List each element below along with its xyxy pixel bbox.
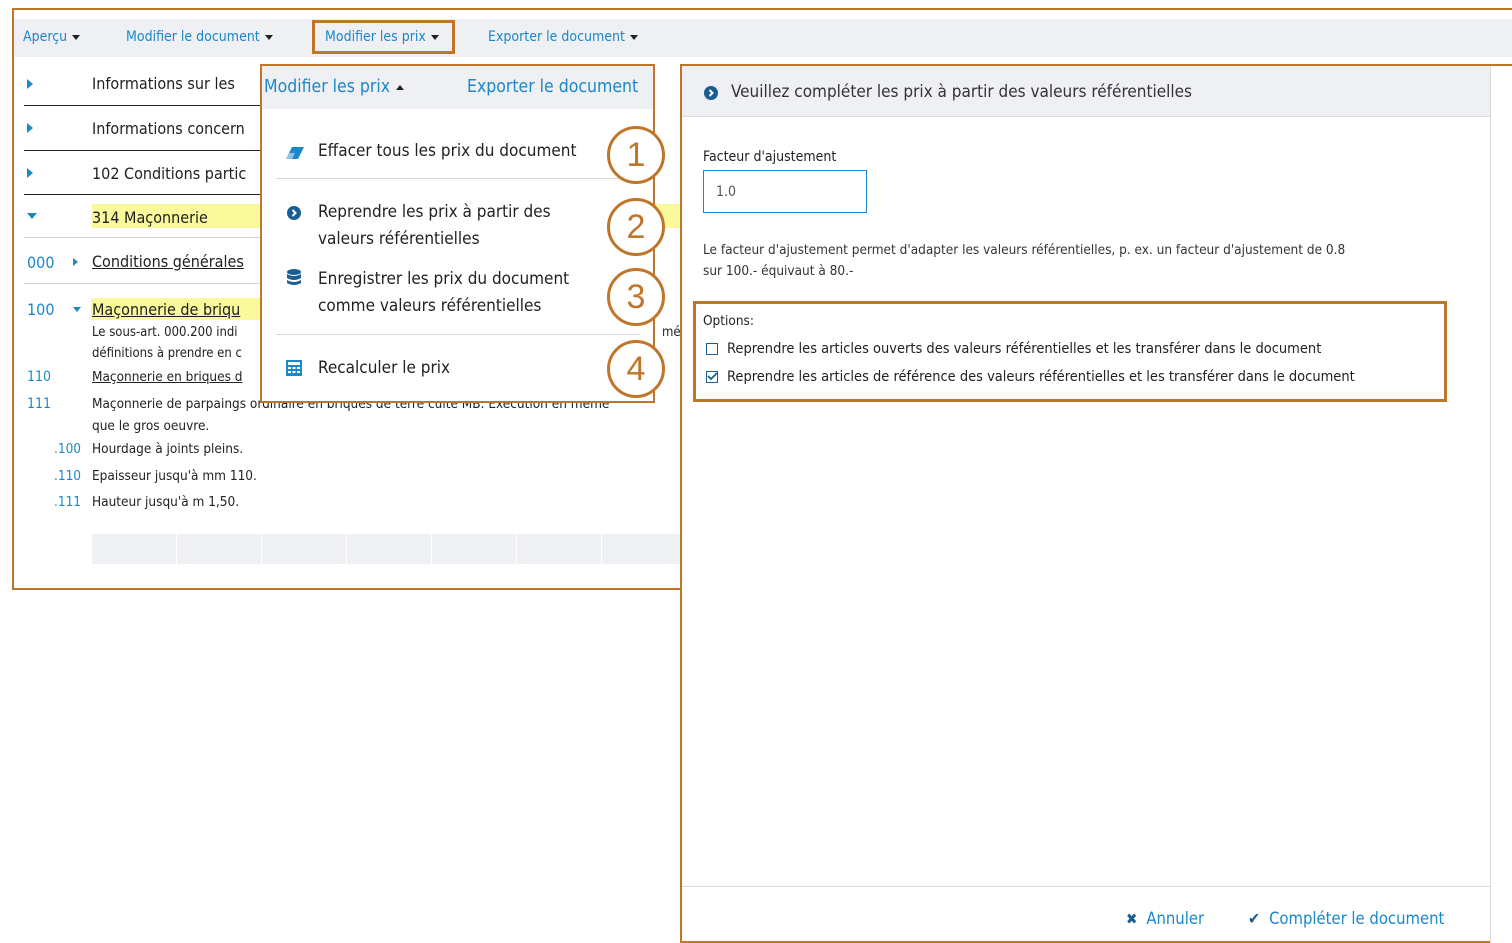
menu-divider [276, 178, 640, 179]
tree-row[interactable]: Informations concern [24, 106, 262, 151]
menu-enregistrer-prix[interactable]: Enregistrer les prix du document comme v… [318, 266, 569, 320]
row-divider [24, 237, 262, 238]
cancel-label: Annuler [1146, 909, 1205, 928]
row-divider [24, 283, 262, 284]
check-icon [707, 372, 718, 381]
callout-3: 3 [607, 268, 665, 326]
section-number: 100 [27, 300, 55, 319]
caret-up-icon [396, 84, 405, 90]
item-111-text: que le gros oeuvre. [92, 418, 210, 434]
option-reference-articles[interactable]: Reprendre les articles de référence des … [706, 369, 1355, 385]
expand-icon[interactable] [27, 168, 33, 178]
factor-label: Facteur d'ajustement [703, 149, 837, 165]
option-label: Reprendre les articles ouverts des valeu… [727, 341, 1322, 357]
subitem-number: .100 [54, 441, 82, 457]
caret-down-icon [629, 34, 638, 40]
eraser-icon [286, 144, 304, 163]
callout-4: 4 [607, 340, 665, 398]
exporter-document-label: Exporter le document [488, 29, 625, 45]
dropdown-exporter[interactable]: Exporter le document [467, 77, 638, 97]
exporter-document-menu[interactable]: Exporter le document [488, 29, 638, 45]
menu-item-line: comme valeurs référentielles [318, 296, 542, 316]
price-cell[interactable] [602, 534, 680, 564]
caret-down-icon [264, 34, 273, 40]
expand-icon[interactable] [27, 123, 33, 133]
section-text: définitions à prendre en c [92, 346, 242, 361]
dialog-title: Veuillez compléter les prix à partir des… [731, 82, 1193, 102]
calculator-icon [286, 360, 302, 380]
apercu-menu[interactable]: Aperçu [23, 29, 81, 45]
database-icon [287, 269, 301, 290]
subitem-text: Hauteur jusqu'à m 1,50. [92, 494, 240, 510]
menu-item-line: Enregistrer les prix du document [318, 269, 570, 289]
caret-down-icon [430, 34, 439, 40]
option-open-articles[interactable]: Reprendre les articles ouverts des valeu… [706, 341, 1321, 357]
menu-recalculer-prix[interactable]: Recalculer le prix [318, 355, 450, 382]
section-100-link[interactable]: Maçonnerie de briqu [92, 300, 240, 319]
item-number: 111 [27, 396, 52, 412]
menu-reprendre-prix[interactable]: Reprendre les prix à partir des valeurs … [318, 199, 551, 253]
modifier-prix-menu[interactable]: Modifier les prix [325, 29, 439, 45]
menu-effacer-prix[interactable]: Effacer tous les prix du document [318, 138, 576, 165]
modifier-prix-label: Modifier les prix [325, 29, 426, 45]
chevron-circle-right-icon [704, 85, 718, 104]
subitem-number: .110 [54, 468, 82, 484]
tree-row[interactable]: Informations sur les [24, 62, 262, 106]
item-110-link[interactable]: Maçonnerie en briques d [92, 369, 243, 385]
complete-document-button[interactable]: ✔ Compléter le document [1248, 909, 1444, 928]
section-number: 000 [27, 253, 55, 272]
dropdown-modifier-prix[interactable]: Modifier les prix [264, 77, 405, 97]
tree-row-label: 314 Maçonnerie [92, 208, 208, 227]
subitem-text: Hourdage à joints pleins. [92, 441, 244, 457]
tree-row[interactable]: 102 Conditions partic [24, 151, 262, 195]
callout-1: 1 [607, 126, 665, 184]
options-label: Options: [703, 313, 754, 329]
checkbox-unchecked[interactable] [706, 343, 718, 355]
modifier-document-menu[interactable]: Modifier le document [126, 29, 273, 45]
dialog-right-shade [1490, 66, 1512, 943]
price-cell[interactable] [517, 534, 602, 564]
menu-item-line: valeurs référentielles [318, 229, 480, 249]
tree-row-maconnerie[interactable]: 314 Maçonnerie [24, 195, 262, 237]
tree-row-label: 102 Conditions partic [92, 164, 247, 183]
subitem-text: Epaisseur jusqu'à mm 110. [92, 468, 257, 484]
tree-row-label: Informations concern [92, 119, 245, 138]
menu-item-line: Reprendre les prix à partir des [318, 202, 551, 222]
price-cell[interactable] [432, 534, 517, 564]
price-cell[interactable] [262, 534, 347, 564]
expand-icon[interactable] [27, 79, 33, 89]
option-label: Reprendre les articles de référence des … [727, 369, 1355, 385]
tree-row-label: Informations sur les [92, 74, 235, 93]
complete-label: Compléter le document [1269, 909, 1445, 928]
callout-2: 2 [607, 198, 665, 256]
price-cell[interactable] [92, 534, 177, 564]
price-cell[interactable] [347, 534, 432, 564]
section-text: Le sous-art. 000.200 indi [92, 325, 238, 340]
close-icon: ✖ [1126, 909, 1138, 928]
collapse-icon[interactable] [27, 213, 37, 219]
section-text-cut: mé [662, 325, 681, 340]
menu-divider [276, 334, 640, 335]
item-number: 110 [27, 369, 52, 385]
factor-help-text: sur 100.- équivaut à 80.- [703, 263, 854, 279]
expand-icon[interactable] [73, 258, 78, 266]
section-000-link[interactable]: Conditions générales [92, 252, 244, 271]
collapse-icon[interactable] [73, 307, 81, 312]
price-cell[interactable] [177, 534, 262, 564]
dropdown-modifier-label: Modifier les prix [264, 77, 391, 97]
subitem-number: .111 [54, 494, 82, 510]
check-icon: ✔ [1248, 909, 1261, 928]
modifier-document-label: Modifier le document [126, 29, 260, 45]
apercu-label: Aperçu [23, 29, 68, 45]
cancel-button[interactable]: ✖ Annuler [1126, 909, 1204, 928]
dialog-footer-divider [682, 886, 1490, 887]
factor-help-text: Le facteur d'ajustement permet d'adapter… [703, 242, 1346, 258]
caret-down-icon [72, 34, 81, 40]
price-grid [92, 534, 680, 564]
factor-input[interactable] [703, 170, 867, 213]
checkbox-checked[interactable] [706, 371, 718, 383]
chevron-circle-right-icon [287, 205, 301, 224]
